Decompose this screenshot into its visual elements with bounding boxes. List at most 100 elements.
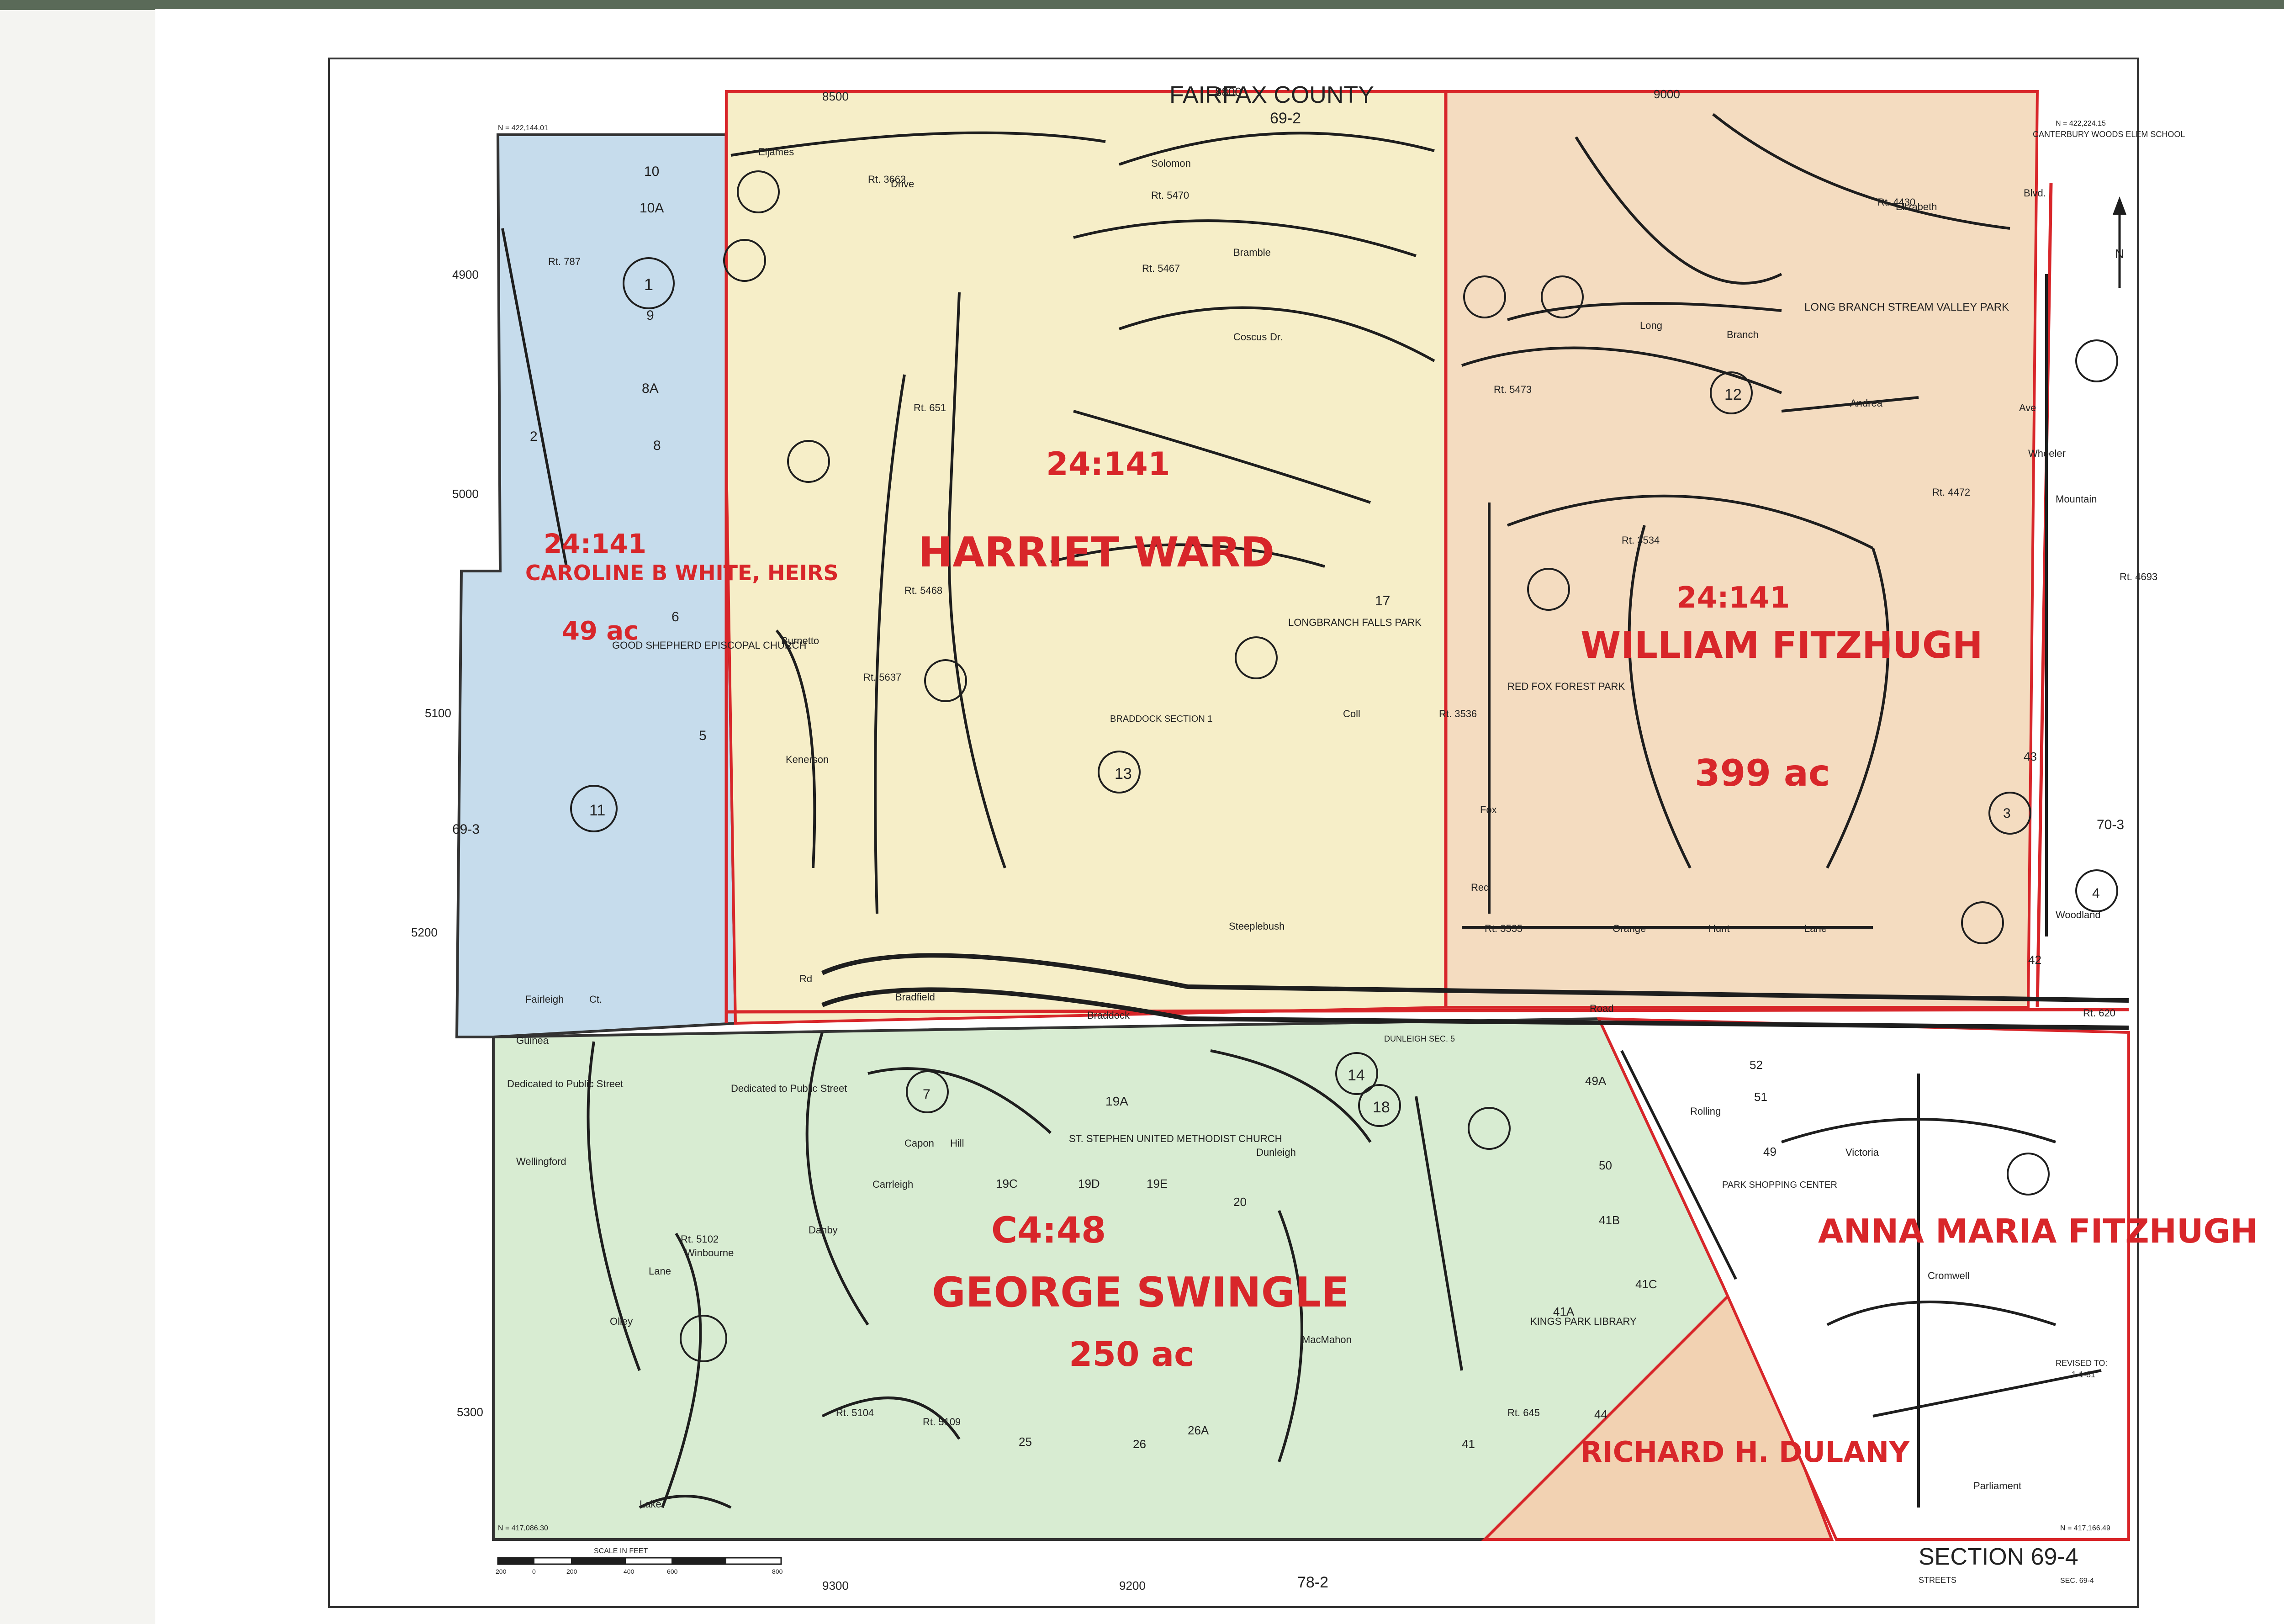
lot-number: 10A xyxy=(640,201,664,216)
scale-tick: 0 xyxy=(532,1568,536,1575)
street-label: Hunt xyxy=(1708,923,1729,934)
lot-number: 49 xyxy=(1763,1145,1776,1158)
scale-tick: 600 xyxy=(667,1568,678,1575)
lot-number: 8A xyxy=(642,381,659,396)
landmark-longbranch-falls: LONGBRANCH FALLS PARK xyxy=(1288,617,1422,628)
grid-label: 4900 xyxy=(452,268,479,281)
street-label: Coll xyxy=(1343,708,1360,719)
lot-number: 10 xyxy=(644,164,659,179)
street-label: Rd xyxy=(799,973,812,984)
street-label: Coscus xyxy=(1233,331,1267,343)
lot-number: 3 xyxy=(2003,806,2011,821)
street-label: Rt. 5102 xyxy=(681,1233,719,1245)
street-label: Winbourne xyxy=(685,1247,734,1259)
owner-white-area: 49 ac xyxy=(562,616,639,646)
owner-swingle-name: GEORGE SWINGLE xyxy=(932,1269,1349,1317)
lot-number: 41B xyxy=(1599,1213,1620,1227)
street-label: Guinea xyxy=(516,1035,549,1046)
lot-number: 12 xyxy=(1724,386,1742,403)
lot-number: 5 xyxy=(699,728,707,743)
street-label: Lake xyxy=(640,1498,661,1510)
grid-label: 5000 xyxy=(452,487,479,501)
tax-map[interactable]: FAIRFAX COUNTY 69-2 78-2 69-3 70-3 N = 4… xyxy=(0,0,2284,1624)
county-title: FAIRFAX COUNTY xyxy=(1169,82,1374,108)
lot-number: 41A xyxy=(1553,1305,1575,1318)
landmark-dedicated-2: Dedicated to Public Street xyxy=(731,1083,847,1094)
street-label: Rt. 5468 xyxy=(904,585,942,596)
streets-caption: STREETS xyxy=(1919,1576,1956,1585)
lot-number: 41C xyxy=(1635,1277,1657,1291)
street-label: Bramble xyxy=(1233,247,1271,258)
street-label: Red xyxy=(1471,882,1489,893)
street-label: Olley xyxy=(610,1316,633,1327)
lot-number: 26A xyxy=(1188,1423,1209,1437)
sec-ref: SEC. 69-4 xyxy=(2060,1577,2094,1585)
street-label: Rt. 4472 xyxy=(1932,487,1970,498)
scale-label: SCALE IN FEET xyxy=(594,1547,648,1555)
street-label: Solomon xyxy=(1151,158,1191,169)
revised-date: 1-1-81 xyxy=(2072,1370,2095,1379)
parcel-white-heirs[interactable] xyxy=(455,133,737,1038)
street-label: Braddock xyxy=(1087,1010,1130,1021)
lot-number: 6 xyxy=(671,609,679,624)
street-label: Parliament xyxy=(1973,1480,2021,1492)
grid-label: 8500 xyxy=(822,90,849,103)
lot-number: 43 xyxy=(2024,750,2037,763)
coord-top-right: N = 422,224.15 xyxy=(2056,120,2106,127)
owner-ward-name: HARRIET WARD xyxy=(918,529,1274,577)
lot-number: 19C xyxy=(996,1177,1018,1190)
street-label: Rt. 620 xyxy=(2083,1007,2115,1019)
landmark-park-shopping: PARK SHOPPING CENTER xyxy=(1722,1180,1837,1190)
lot-number: 44 xyxy=(1594,1407,1607,1421)
lot-number: 42 xyxy=(2028,953,2041,967)
owner-fitzhugh-name: WILLIAM FITZHUGH xyxy=(1581,624,1983,667)
street-label: Rolling xyxy=(1690,1106,1721,1117)
svg-text:N: N xyxy=(2115,247,2124,261)
street-label: Wheeler xyxy=(2028,448,2066,459)
owner-white-id: 24:141 xyxy=(544,528,646,559)
scale-tick: 200 xyxy=(566,1568,577,1575)
lot-number: 26 xyxy=(1133,1437,1146,1451)
lot-number: 17 xyxy=(1375,593,1390,608)
lot-number: 18 xyxy=(1373,1099,1390,1116)
street-label: Lane xyxy=(1804,923,1827,934)
street-label: Long xyxy=(1640,320,1662,331)
street-label: Cromwell xyxy=(1928,1270,1970,1281)
street-label: Branch xyxy=(1727,329,1759,340)
bottom-sheet-ref: 78-2 xyxy=(1297,1574,1328,1591)
lot-number: 13 xyxy=(1115,765,1132,783)
street-label: Ave xyxy=(2019,402,2036,413)
landmark-red-fox: RED FOX FOREST PARK xyxy=(1507,681,1625,692)
street-label: Rt. 5473 xyxy=(1494,384,1532,395)
grid-label: 5200 xyxy=(411,926,438,939)
coord-bottom-right: N = 417,166.49 xyxy=(2060,1524,2110,1532)
street-label: Rt. 4693 xyxy=(2120,571,2157,582)
street-label: Rt. 5470 xyxy=(1151,190,1189,201)
street-label: Rt. 645 xyxy=(1507,1407,1540,1418)
landmark-long-branch-svp: LONG BRANCH STREAM VALLEY PARK xyxy=(1804,301,2009,313)
lot-number: 7 xyxy=(923,1087,931,1102)
street-label: Victoria xyxy=(1845,1147,1879,1158)
street-label: Hill xyxy=(950,1137,964,1149)
owner-fitzhugh-area: 399 ac xyxy=(1695,752,1830,794)
lot-number: 41 xyxy=(1462,1437,1475,1451)
scale-tick: 200 xyxy=(496,1568,507,1575)
grid-label: 5300 xyxy=(457,1405,483,1419)
street-label: Woodland xyxy=(2056,909,2101,920)
lot-number: 20 xyxy=(1233,1195,1247,1209)
parcel-william-fitzhugh[interactable] xyxy=(1444,90,2039,1009)
owner-dulany-name: RICHARD H. DULANY xyxy=(1581,1435,1910,1469)
lot-number: 49A xyxy=(1585,1074,1607,1088)
section-title: SECTION 69-4 xyxy=(1919,1544,2078,1570)
owner-anna-fitzhugh-name: ANNA MARIA FITZHUGH xyxy=(1818,1212,2258,1250)
owner-swingle-area: 250 ac xyxy=(1069,1335,1194,1374)
lot-number: 4 xyxy=(2092,886,2100,901)
street-label: Steeplebush xyxy=(1229,920,1285,932)
lot-number: 2 xyxy=(530,429,538,444)
street-label: Rt. 3535 xyxy=(1485,923,1523,934)
lot-number: 8 xyxy=(653,438,661,453)
street-label: Dunleigh xyxy=(1256,1147,1296,1158)
street-label: Kenerson xyxy=(786,754,829,765)
street-label: Fairleigh xyxy=(525,994,564,1005)
lot-number: 11 xyxy=(589,802,605,819)
